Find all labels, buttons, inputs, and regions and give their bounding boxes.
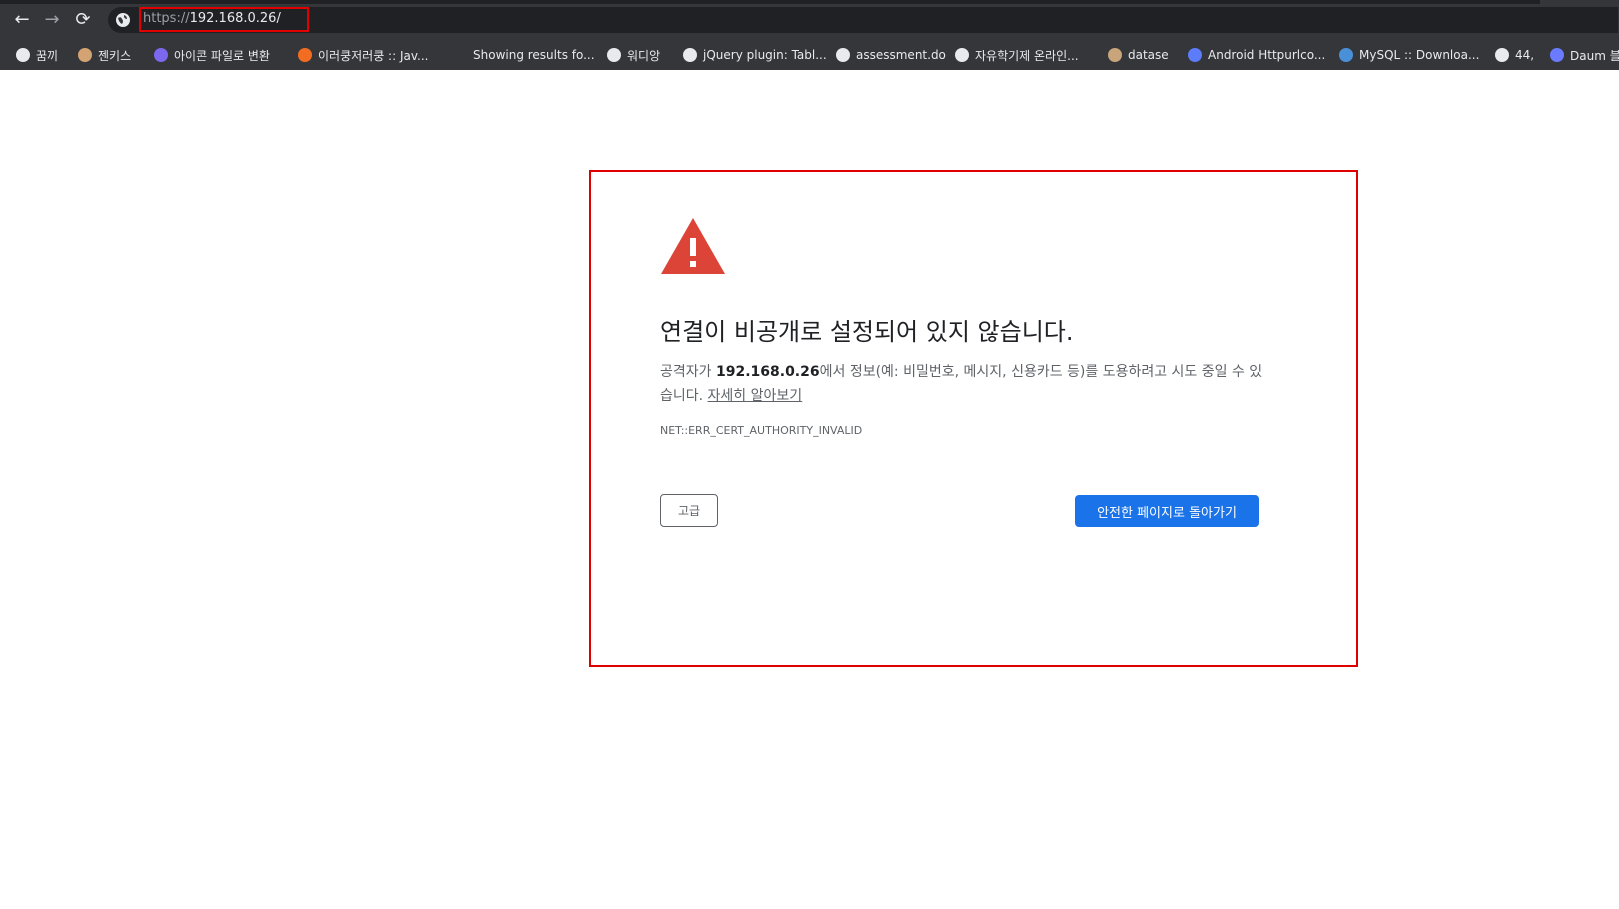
bookmark-item[interactable]: 꿈끼 [16, 47, 58, 63]
url-highlight-box [139, 7, 309, 32]
bookmark-item[interactable]: Showing results fo... [453, 47, 595, 63]
bookmark-label: Android Httpurlco... [1208, 48, 1326, 62]
learn-more-link[interactable]: 자세히 알아보기 [708, 388, 803, 404]
bookmark-item[interactable]: 44, [1495, 47, 1534, 63]
back-button[interactable]: ← [11, 9, 33, 31]
code-icon [1188, 48, 1202, 62]
bookmark-label: 이러쿵저러쿵 :: Jav... [318, 48, 429, 63]
dataset-icon [1108, 48, 1122, 62]
globe-icon [607, 48, 621, 62]
page-title: 연결이 비공개로 설정되어 있지 않습니다. [660, 318, 1074, 346]
bookmark-item[interactable]: datase [1108, 47, 1169, 63]
globe-icon [836, 48, 850, 62]
bookmark-label: 워디앙 [627, 48, 661, 63]
blog-icon [298, 48, 312, 62]
bookmark-item[interactable]: 젠키스 [78, 47, 131, 63]
desc-prefix: 공격자가 [660, 364, 716, 380]
globe-icon [955, 48, 969, 62]
bookmark-label: 자유학기제 온라인... [975, 48, 1079, 63]
bookmark-label: MySQL :: Downloa... [1359, 48, 1480, 62]
bookmark-label: assessment.do [856, 48, 946, 62]
bookmark-label: Daum 블 [1570, 48, 1619, 63]
bookmarks-bar: 꿈끼 젠키스 아이콘 파일로 변환 이러쿵저러쿵 :: Jav... Showing r… [0, 39, 1619, 70]
globe-icon [16, 48, 30, 62]
bookmark-item[interactable]: 이러쿵저러쿵 :: Jav... [298, 47, 428, 63]
bookmark-label: 꿈끼 [36, 48, 59, 63]
bookmark-item[interactable]: 아이콘 파일로 변환 [154, 47, 270, 63]
browser-toolbar: ← → ⟳ https://192.168.0.26/ [0, 0, 1619, 39]
bookmark-item[interactable]: Daum 블 [1550, 47, 1619, 63]
bookmark-label: 젠키스 [98, 48, 132, 63]
bookmark-label: jQuery plugin: Tabl... [703, 48, 827, 62]
error-code: NET::ERR_CERT_AUTHORITY_INVALID [660, 424, 863, 437]
globe-icon [1495, 48, 1509, 62]
bookmark-label: 아이콘 파일로 변환 [174, 48, 270, 63]
back-to-safety-button[interactable]: 안전한 페이지로 돌아가기 [1075, 495, 1259, 527]
bookmark-label: 44, [1515, 48, 1535, 62]
bookmark-item[interactable]: 자유학기제 온라인... [955, 47, 1079, 63]
jenkins-icon [78, 48, 92, 62]
desc-host: 192.168.0.26 [715, 364, 820, 380]
advanced-button[interactable]: 고급 [660, 494, 718, 527]
address-bar[interactable] [108, 7, 1618, 33]
bookmark-item[interactable]: 워디앙 [607, 47, 660, 63]
daum-icon [1550, 48, 1564, 62]
convert-icon [154, 48, 168, 62]
bookmark-item[interactable]: jQuery plugin: Tabl... [683, 47, 827, 63]
globe-icon [683, 48, 697, 62]
tab-strip [0, 0, 1540, 4]
bookmark-label: datase [1128, 48, 1169, 62]
site-info-icon[interactable] [115, 12, 131, 28]
bookmark-label: Showing results fo... [473, 48, 595, 62]
reload-button[interactable]: ⟳ [72, 9, 94, 31]
warning-description: 공격자가 192.168.0.26에서 정보(예: 비밀번호, 메시지, 신용카… [660, 360, 1265, 408]
mysql-icon [1339, 48, 1353, 62]
bookmark-item[interactable]: Android Httpurlco... [1188, 47, 1325, 63]
bookmark-item[interactable]: assessment.do [836, 47, 946, 63]
forward-button[interactable]: → [41, 9, 63, 31]
nu-icon [453, 48, 467, 62]
warning-icon [661, 218, 725, 274]
bookmark-item[interactable]: MySQL :: Downloa... [1339, 47, 1479, 63]
